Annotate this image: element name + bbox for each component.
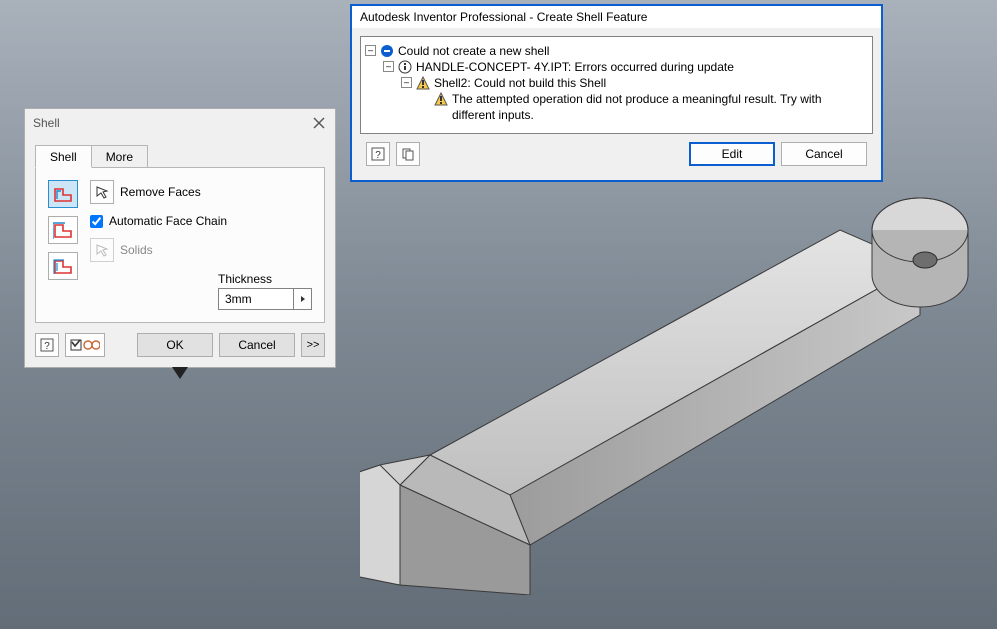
cancel-button[interactable]: Cancel bbox=[219, 333, 295, 357]
edit-button[interactable]: Edit bbox=[689, 142, 775, 166]
dialog-anchor-caret-icon bbox=[172, 367, 188, 379]
auto-face-chain-checkbox[interactable] bbox=[90, 215, 103, 228]
tab-more[interactable]: More bbox=[91, 145, 148, 168]
ok-button[interactable]: OK bbox=[137, 333, 213, 357]
expand-button[interactable]: >> bbox=[301, 333, 325, 357]
solids-label: Solids bbox=[120, 243, 153, 257]
help-button[interactable]: ? bbox=[366, 142, 390, 166]
tab-shell[interactable]: Shell bbox=[35, 145, 92, 168]
shell-outside-button[interactable] bbox=[48, 216, 78, 244]
warning-icon bbox=[416, 76, 430, 90]
model-viewport[interactable] bbox=[360, 165, 980, 595]
tree-collapse-icon[interactable]: – bbox=[365, 45, 376, 56]
cancel-button[interactable]: Cancel bbox=[781, 142, 867, 166]
preview-toggle[interactable] bbox=[65, 333, 105, 357]
copy-button[interactable] bbox=[396, 142, 420, 166]
error-dialog-title: Autodesk Inventor Professional - Create … bbox=[352, 6, 881, 28]
thickness-label: Thickness bbox=[218, 272, 312, 286]
tree-collapse-icon[interactable]: – bbox=[401, 77, 412, 88]
help-button[interactable]: ? bbox=[35, 333, 59, 357]
thickness-flyout-button[interactable] bbox=[294, 288, 312, 310]
error-tree: – Could not create a new shell – HANDLE-… bbox=[360, 36, 873, 134]
error-dialog: Autodesk Inventor Professional - Create … bbox=[350, 4, 883, 182]
thickness-input[interactable] bbox=[218, 288, 294, 310]
auto-face-chain-label: Automatic Face Chain bbox=[109, 214, 227, 228]
remove-faces-picker[interactable] bbox=[90, 180, 114, 204]
remove-faces-label: Remove Faces bbox=[120, 185, 201, 199]
tree-feature-label: Shell2: Could not build this Shell bbox=[430, 75, 868, 91]
shell-dialog-title: Shell bbox=[33, 116, 311, 130]
shell-dialog: Shell Shell More Remove Faces bbox=[24, 108, 336, 368]
solids-picker[interactable] bbox=[90, 238, 114, 262]
shell-both-button[interactable] bbox=[48, 252, 78, 280]
stop-icon bbox=[380, 44, 394, 58]
svg-text:?: ? bbox=[44, 341, 50, 352]
shell-inside-button[interactable] bbox=[48, 180, 78, 208]
close-icon[interactable] bbox=[311, 115, 327, 131]
svg-text:?: ? bbox=[375, 150, 381, 161]
tree-file-label: HANDLE-CONCEPT- 4Y.IPT: Errors occurred … bbox=[412, 59, 868, 75]
tree-detail-label: The attempted operation did not produce … bbox=[448, 91, 868, 123]
tree-collapse-icon[interactable]: – bbox=[383, 61, 394, 72]
tree-root-label: Could not create a new shell bbox=[394, 43, 868, 59]
info-icon bbox=[398, 60, 412, 74]
warning-icon bbox=[434, 92, 448, 106]
